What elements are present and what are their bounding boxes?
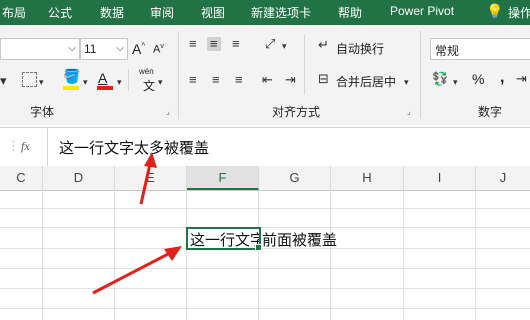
- gridline: [114, 190, 115, 320]
- group-label-font: 字体: [30, 105, 55, 119]
- divider: [304, 35, 305, 95]
- gridline: [0, 227, 530, 228]
- gridline: [0, 288, 530, 289]
- wrap-text-icon[interactable]: ↵: [318, 38, 329, 52]
- merge-center-button[interactable]: 合并后居中: [336, 73, 396, 90]
- ribbon-tab-bar: 布局 公式 数据 审阅 视图 新建选项卡 帮助 Power Pivot 💡 操作: [0, 0, 530, 25]
- font-color-swatch: [97, 86, 113, 90]
- chevron-down-icon[interactable]: ▾: [117, 75, 122, 89]
- tab-formulas[interactable]: 公式: [48, 4, 72, 21]
- divider: [128, 69, 129, 91]
- column-header[interactable]: J: [476, 166, 530, 190]
- group-label-number: 数字: [478, 105, 503, 119]
- insert-function-button[interactable]: fx: [21, 139, 30, 154]
- align-bottom-icon[interactable]: ≡: [232, 37, 240, 51]
- comma-style-button[interactable]: ,: [500, 69, 504, 87]
- gridline: [475, 190, 476, 320]
- formula-bar-grip-icon: ⋮: [7, 138, 20, 153]
- chevron-down-icon: ⌵: [116, 43, 124, 54]
- accounting-format-icon[interactable]: 💱: [432, 72, 448, 86]
- divider: [47, 128, 48, 166]
- number-format-dropdown[interactable]: 常规: [430, 38, 530, 60]
- font-size-value: 11: [84, 42, 97, 56]
- group-label-alignment: 对齐方式: [272, 105, 321, 119]
- align-middle-icon[interactable]: ≡: [207, 37, 221, 51]
- gridline: [42, 190, 43, 320]
- cell-text: 前面被覆盖: [262, 232, 338, 249]
- fill-color-swatch: [63, 86, 79, 90]
- column-header-row: C D E F G H I J: [0, 166, 530, 191]
- border-icon[interactable]: [22, 72, 37, 87]
- align-left-icon[interactable]: ≡: [189, 73, 197, 87]
- decrease-indent-icon[interactable]: ⇤: [262, 73, 273, 87]
- column-header[interactable]: H: [331, 166, 404, 190]
- gridline: [0, 308, 530, 309]
- grow-font-icon[interactable]: A^: [132, 41, 145, 57]
- fill-handle[interactable]: [255, 244, 262, 251]
- gridline: [403, 190, 404, 320]
- chevron-down-icon[interactable]: ▾: [453, 75, 458, 89]
- phonetic-guide-char: 文: [143, 79, 156, 93]
- tab-help[interactable]: 帮助: [338, 4, 362, 21]
- chevron-down-icon[interactable]: ▾: [404, 75, 409, 89]
- align-center-icon[interactable]: ≡: [212, 73, 220, 87]
- gridline: [258, 190, 259, 320]
- wrap-text-button[interactable]: 自动换行: [336, 40, 384, 57]
- align-top-icon[interactable]: ≡: [189, 37, 197, 51]
- dialog-launcher-icon[interactable]: ⌟: [166, 107, 170, 116]
- group-divider: [420, 31, 421, 119]
- lightbulb-icon[interactable]: 💡: [486, 3, 503, 20]
- tab-power-pivot[interactable]: Power Pivot: [390, 4, 454, 18]
- column-header[interactable]: D: [43, 166, 115, 190]
- column-header[interactable]: E: [115, 166, 187, 190]
- number-format-value: 常规: [435, 44, 460, 58]
- arrow-to-cell: [92, 251, 171, 295]
- formula-bar: ⋮ fx 这一行文字太多被覆盖: [0, 127, 530, 167]
- font-color-icon[interactable]: A: [98, 70, 107, 86]
- group-divider: [178, 31, 179, 119]
- merge-center-icon[interactable]: ⊟: [318, 72, 329, 86]
- shrink-font-icon[interactable]: Av: [153, 43, 164, 56]
- tab-tell-me[interactable]: 操作: [508, 4, 530, 21]
- font-name-dropdown[interactable]: ⌵: [0, 38, 80, 60]
- chevron-down-icon[interactable]: ▾: [83, 75, 88, 89]
- gridline: [330, 190, 331, 320]
- phonetic-guide-icon[interactable]: wén: [139, 67, 154, 76]
- active-cell[interactable]: 这一行文字: [186, 227, 261, 250]
- gridline: [186, 190, 187, 320]
- orientation-icon[interactable]: ⤢: [265, 37, 275, 51]
- column-header[interactable]: I: [404, 166, 476, 190]
- column-header-active[interactable]: F: [187, 166, 259, 190]
- increase-decimal-icon[interactable]: ⇥: [516, 72, 527, 86]
- column-header[interactable]: C: [0, 166, 43, 190]
- percent-style-button[interactable]: %: [472, 71, 484, 87]
- tab-layout[interactable]: 布局: [2, 4, 26, 21]
- column-header[interactable]: G: [259, 166, 331, 190]
- gridline: [0, 268, 530, 269]
- increase-indent-icon[interactable]: ⇥: [285, 73, 296, 87]
- chevron-down-icon: ⌵: [68, 43, 76, 54]
- tab-new-tab[interactable]: 新建选项卡: [251, 4, 311, 21]
- ribbon-body: ⌵ 11 ⌵ A^ Av ▾ ▾ 🪣 ▾ A ▾ wén 文 ▾ 字体 ⌟ ≡ …: [0, 25, 530, 125]
- gridline: [0, 208, 530, 209]
- tab-data[interactable]: 数据: [100, 4, 124, 21]
- align-right-icon[interactable]: ≡: [235, 73, 243, 87]
- tab-review[interactable]: 审阅: [150, 4, 174, 21]
- fill-color-icon[interactable]: 🪣: [63, 69, 80, 83]
- font-color-dropdown-caret[interactable]: ▾: [0, 74, 7, 88]
- active-cell-text: 这一行文字: [190, 232, 261, 249]
- font-size-dropdown[interactable]: 11 ⌵: [80, 38, 128, 60]
- dialog-launcher-icon[interactable]: ⌟: [407, 107, 411, 116]
- tab-view[interactable]: 视图: [201, 4, 225, 21]
- chevron-down-icon[interactable]: ▾: [158, 75, 163, 89]
- chevron-down-icon[interactable]: ▾: [39, 75, 44, 89]
- formula-bar-input[interactable]: 这一行文字太多被覆盖: [59, 137, 209, 158]
- chevron-down-icon[interactable]: ▾: [282, 39, 287, 53]
